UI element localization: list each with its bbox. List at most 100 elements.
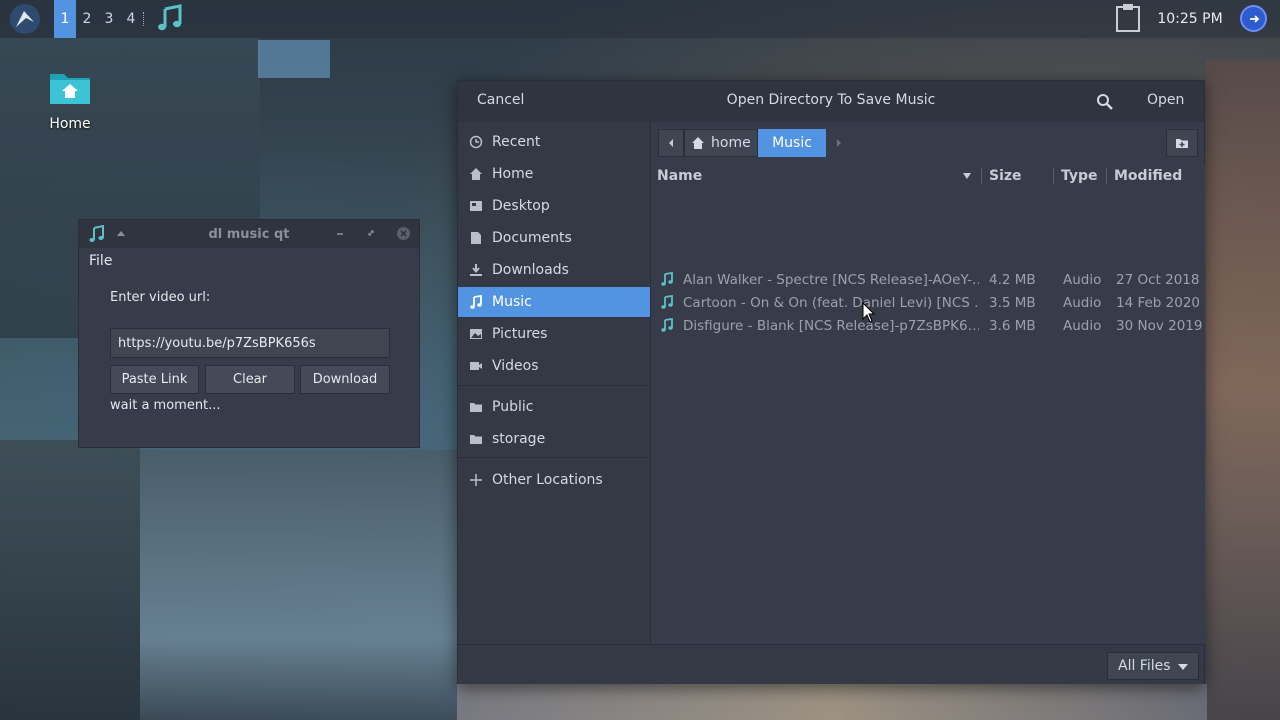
sort-descending-icon[interactable] — [962, 172, 972, 180]
sidebar-item-label: Desktop — [492, 198, 550, 214]
file-name: Alan Walker - Spectre [NCS Release]-AOeY… — [683, 271, 979, 288]
file-row[interactable]: Disfigure - Blank [NCS Release]-p7ZsBPK6… — [651, 314, 1205, 337]
chevron-right-icon — [837, 139, 841, 147]
url-input[interactable]: https://youtu.be/p7ZsBPK656s — [110, 328, 390, 358]
file-size: 4.2 MB — [989, 271, 1036, 288]
file-row[interactable]: Cartoon - On & On (feat. Daniel Levi) [N… — [651, 291, 1205, 314]
clock-icon — [469, 135, 483, 149]
clipboard-icon[interactable] — [1115, 3, 1141, 33]
video-icon — [469, 359, 483, 373]
document-icon — [469, 231, 483, 245]
sidebar-item-home[interactable]: Home — [458, 159, 650, 189]
file-row[interactable]: Alan Walker - Spectre [NCS Release]-AOeY… — [651, 268, 1205, 291]
path-bar: home Music — [658, 129, 852, 157]
column-size[interactable]: Size — [989, 164, 1022, 188]
path-forward-button[interactable] — [826, 129, 852, 157]
path-music-label: Music — [772, 135, 812, 151]
sidebar-item-storage[interactable]: storage — [458, 424, 650, 454]
column-modified[interactable]: Modified — [1114, 164, 1182, 188]
sidebar-item-label: Videos — [492, 358, 539, 374]
app-menu-button[interactable] — [10, 4, 40, 34]
download-icon — [469, 263, 483, 277]
dl-music-qt-window: dl music qt File Enter video url: https:… — [78, 219, 420, 448]
desktop-home-icon[interactable]: Home — [40, 70, 100, 132]
minimize-icon[interactable] — [335, 229, 345, 239]
column-name[interactable]: Name — [657, 164, 702, 188]
menu-file[interactable]: File — [89, 253, 112, 269]
sidebar-item-music[interactable]: Music — [458, 287, 650, 317]
path-back-button[interactable] — [658, 129, 684, 157]
sidebar-item-label: Music — [492, 294, 532, 310]
file-list: Name Size Type Modified Alan Walker - Sp… — [651, 164, 1205, 644]
search-icon[interactable] — [1096, 93, 1114, 111]
sidebar-item-label: Public — [492, 399, 534, 415]
file-filter-dropdown[interactable]: All Files — [1107, 652, 1199, 680]
top-panel: 1 2 3 4 10:25 PM — [0, 0, 1280, 38]
wallpaper-ground — [457, 684, 1207, 720]
maximize-icon[interactable] — [366, 228, 376, 238]
clock[interactable]: 10:25 PM — [1150, 0, 1230, 38]
plus-icon — [469, 473, 483, 487]
file-size: 3.5 MB — [989, 294, 1036, 311]
sidebar-item-public[interactable]: Public — [458, 392, 650, 422]
open-button[interactable]: Open — [1147, 92, 1184, 108]
workspace-1[interactable]: 1 — [54, 0, 76, 38]
qt-menubar: File — [79, 248, 419, 274]
audio-file-icon — [661, 318, 673, 332]
file-name: Disfigure - Blank [NCS Release]-p7ZsBPK6… — [683, 317, 979, 334]
qt-titlebar[interactable]: dl music qt — [79, 220, 419, 248]
clear-button[interactable]: Clear — [205, 365, 295, 394]
new-folder-icon — [1176, 139, 1188, 148]
desktop-home-label: Home — [49, 116, 91, 132]
mouse-pointer-icon — [862, 302, 876, 323]
dialog-headerbar: Cancel Open Directory To Save Music Open — [458, 81, 1204, 122]
sidebar-item-documents[interactable]: Documents — [458, 223, 650, 253]
file-type: Audio — [1063, 294, 1102, 311]
status-text: wait a moment... — [110, 398, 221, 413]
wallpaper-lower-left — [0, 440, 140, 720]
dialog-title: Open Directory To Save Music — [726, 92, 936, 108]
path-home-label: home — [711, 135, 751, 151]
places-sidebar: Recent Home Desktop Documents Downloads … — [458, 122, 651, 644]
path-music-button[interactable]: Music — [758, 129, 826, 157]
file-size: 3.6 MB — [989, 317, 1036, 334]
workspace-3[interactable]: 3 — [98, 0, 120, 38]
folder-icon — [469, 400, 483, 414]
sidebar-item-label: Pictures — [492, 326, 548, 342]
file-modified: 27 Oct 2018 — [1116, 271, 1200, 288]
workspace-2[interactable]: 2 — [76, 0, 98, 38]
column-type[interactable]: Type — [1061, 164, 1098, 188]
path-home-button[interactable]: home — [684, 129, 758, 157]
taskbar-music-app[interactable] — [155, 3, 185, 33]
workspace-4[interactable]: 4 — [120, 0, 142, 38]
close-icon[interactable] — [396, 226, 411, 241]
logout-button[interactable] — [1240, 5, 1267, 32]
sidebar-item-label: Recent — [492, 134, 541, 150]
chevron-left-icon — [669, 139, 673, 147]
file-modified: 14 Feb 2020 — [1116, 294, 1201, 311]
chevron-down-icon — [1178, 664, 1188, 670]
music-icon — [469, 295, 483, 309]
file-chooser-dialog: Cancel Open Directory To Save Music Open… — [457, 80, 1205, 684]
new-folder-button[interactable] — [1166, 129, 1198, 157]
sidebar-item-desktop[interactable]: Desktop — [458, 191, 650, 221]
panel-separator — [143, 12, 147, 26]
download-button[interactable]: Download — [300, 365, 390, 394]
dialog-footer: All Files — [458, 644, 1204, 684]
sidebar-item-pictures[interactable]: Pictures — [458, 319, 650, 349]
audio-file-icon — [661, 272, 673, 286]
file-modified: 30 Nov 2019 — [1116, 317, 1203, 334]
column-divider — [1106, 168, 1107, 184]
sidebar-item-downloads[interactable]: Downloads — [458, 255, 650, 285]
file-type: Audio — [1063, 271, 1102, 288]
paste-link-button[interactable]: Paste Link — [110, 365, 199, 394]
audio-file-icon — [661, 295, 673, 309]
sidebar-item-other-locations[interactable]: Other Locations — [458, 465, 650, 495]
file-name: Cartoon - On & On (feat. Daniel Levi) [N… — [683, 294, 979, 311]
sidebar-item-recent[interactable]: Recent — [458, 127, 650, 157]
home-icon — [692, 137, 704, 149]
file-filter-label: All Files — [1118, 658, 1171, 674]
home-icon — [469, 167, 483, 181]
sidebar-item-videos[interactable]: Videos — [458, 351, 650, 381]
wallpaper-street — [140, 450, 460, 720]
